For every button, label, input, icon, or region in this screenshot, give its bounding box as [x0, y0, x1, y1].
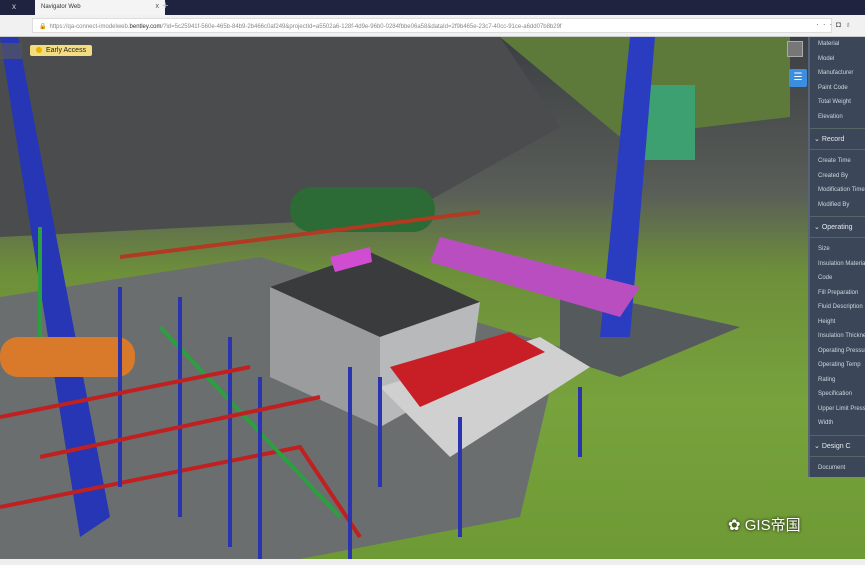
viewer-toolbar[interactable]: [0, 43, 22, 59]
url-input[interactable]: 🔒 https://qa-connect-imodelweb.bentley.co…: [32, 18, 832, 33]
3d-viewport[interactable]: Early Access ☰ Material Model Manufacturer…: [0, 37, 865, 559]
url-prefix: https://qa-connect-imodelweb.: [49, 24, 130, 30]
property-row[interactable]: Fill Preparation: [810, 286, 865, 301]
section-title: Operating: [821, 224, 853, 231]
property-row[interactable]: Material: [810, 37, 865, 52]
wechat-icon: ✿: [728, 517, 745, 534]
properties-panel: Material Model Manufacturer Paint Code Total…: [808, 37, 865, 477]
property-row[interactable]: Rating: [810, 373, 865, 388]
property-row[interactable]: Size: [810, 242, 865, 257]
map-thumbnail-button[interactable]: [787, 41, 803, 57]
tab-bar: x Navigator Web x +: [0, 0, 865, 15]
shield-icon[interactable]: ◘: [836, 20, 845, 29]
property-row[interactable]: Height: [810, 315, 865, 330]
tab-navigator-web[interactable]: Navigator Web x: [35, 0, 165, 15]
orange-vessel: [0, 337, 135, 377]
watermark: ✿ GIS帝国: [728, 517, 801, 534]
property-row[interactable]: Modification Time: [810, 183, 865, 198]
more-menu-icon[interactable]: ···: [816, 20, 836, 29]
property-row[interactable]: Insulation Material: [810, 257, 865, 272]
property-row[interactable]: Operating Temp: [810, 358, 865, 373]
url-rest: /?id=5c25941f-560e-465b-84b9-2b466c0af24…: [161, 24, 562, 30]
section-title: Record: [821, 136, 845, 143]
bulb-icon: [36, 47, 42, 54]
property-row[interactable]: Model: [810, 52, 865, 67]
address-bar: 🔒 https://qa-connect-imodelweb.bentley.co…: [0, 15, 865, 37]
property-row[interactable]: Fluid Description: [810, 300, 865, 315]
property-row[interactable]: Manufacturer: [810, 66, 865, 81]
chevron-down-icon: ⌄: [814, 136, 822, 143]
list-icon: ☰: [793, 72, 803, 83]
extension-icon[interactable]: ♁: [845, 20, 855, 29]
property-row[interactable]: Document: [810, 461, 865, 476]
section-header[interactable]: ⌄ Operating: [810, 216, 865, 238]
section-header[interactable]: ⌄ Design C: [810, 434, 865, 457]
property-row[interactable]: Operating Pressure: [810, 344, 865, 359]
industrial-plant-background: [0, 37, 560, 237]
tab-close-button[interactable]: x: [156, 3, 160, 10]
property-row[interactable]: Paint Code: [810, 81, 865, 96]
bottom-bar: [0, 559, 865, 565]
list-view-button[interactable]: ☰: [789, 69, 807, 87]
property-row[interactable]: Created By: [810, 169, 865, 184]
section-title: Design C: [821, 442, 851, 450]
tab-title: Navigator Web: [41, 4, 81, 10]
property-row[interactable]: Specification: [810, 387, 865, 402]
chevron-down-icon: ⌄: [814, 224, 822, 231]
property-row[interactable]: Modified By: [810, 198, 865, 213]
property-row[interactable]: Elevation: [810, 110, 865, 125]
property-row[interactable]: Create Time: [810, 154, 865, 169]
new-tab-button[interactable]: +: [162, 0, 168, 12]
property-row[interactable]: Total Weight: [810, 95, 865, 110]
close-icon[interactable]: x: [12, 2, 16, 11]
url-domain: bentley.com: [129, 24, 162, 30]
plant-model-scene: [0, 37, 790, 559]
property-row[interactable]: Width: [810, 416, 865, 431]
section-header[interactable]: ⌄ Record: [810, 128, 865, 150]
property-row[interactable]: Insulation Thickness: [810, 329, 865, 344]
lock-icon: 🔒: [39, 24, 47, 30]
chevron-down-icon: ⌄: [814, 442, 822, 450]
early-access-label: Early Access: [46, 47, 87, 54]
property-row[interactable]: Code: [810, 271, 865, 286]
early-access-badge[interactable]: Early Access: [30, 45, 93, 56]
property-row[interactable]: Upper Limit Pressure: [810, 402, 865, 417]
